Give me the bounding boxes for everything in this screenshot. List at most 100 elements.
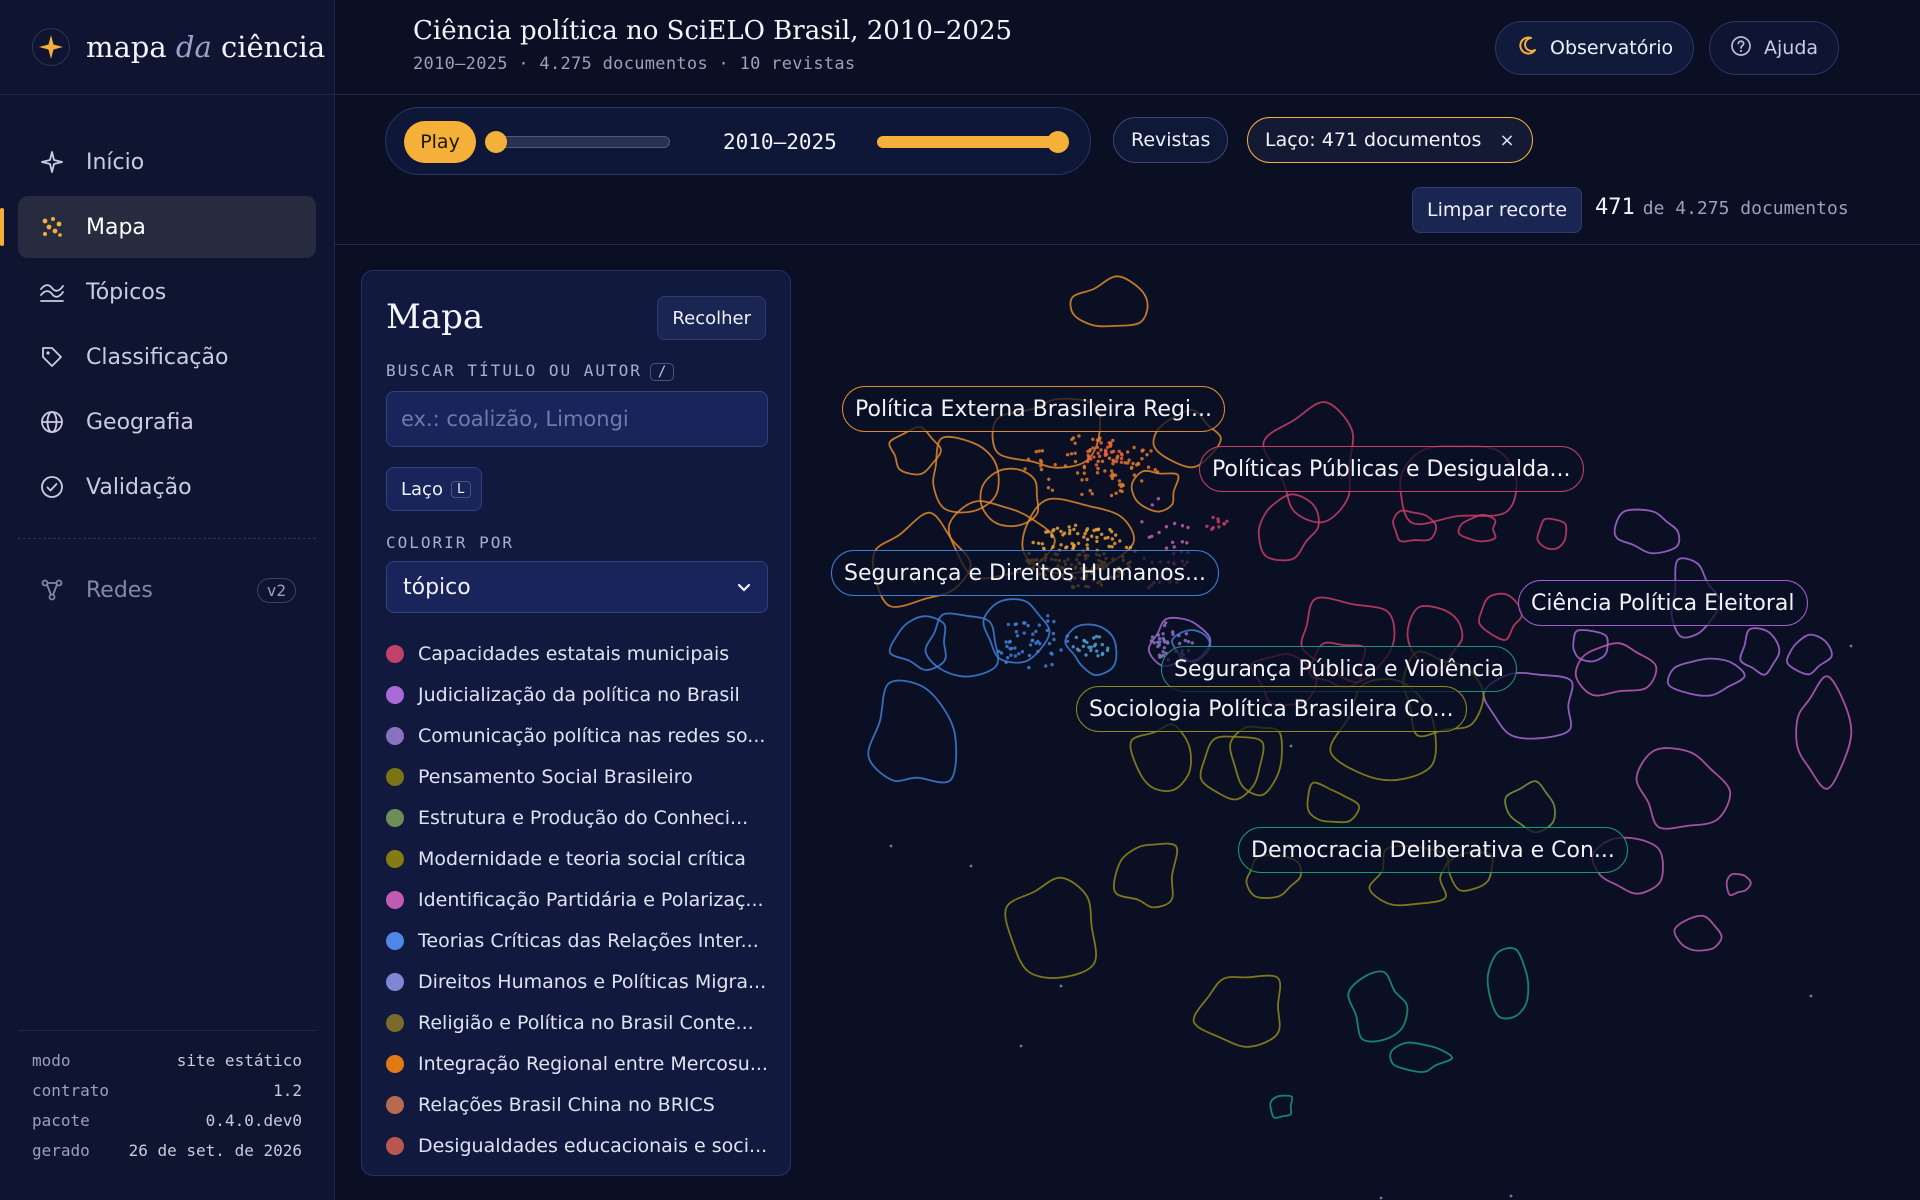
legend-item[interactable]: Integração Regional entre Mercosu... [386, 1043, 776, 1084]
document-point[interactable] [1073, 459, 1078, 464]
document-point[interactable] [1113, 541, 1117, 546]
document-point[interactable] [1217, 525, 1221, 529]
document-point[interactable] [1075, 471, 1080, 475]
cluster-label[interactable]: Política Externa Brasileira Regi... [842, 386, 1225, 432]
document-point[interactable] [1023, 467, 1027, 471]
document-point[interactable] [1085, 543, 1089, 547]
document-point[interactable] [1090, 534, 1094, 538]
legend-item[interactable]: Religião e Política no Brasil Conte... [386, 1002, 776, 1043]
document-point[interactable] [1038, 642, 1042, 646]
document-point[interactable] [1113, 473, 1118, 477]
document-point[interactable] [1153, 468, 1157, 472]
document-point[interactable] [1127, 458, 1131, 462]
legend-item[interactable]: Pensamento Social Brasileiro [386, 756, 776, 797]
document-point[interactable] [1067, 531, 1072, 536]
end-year-slider-handle[interactable] [1047, 131, 1069, 153]
document-point[interactable] [1028, 643, 1033, 647]
document-point[interactable] [1013, 646, 1017, 650]
document-point[interactable] [1114, 491, 1118, 495]
document-point[interactable] [1170, 540, 1175, 544]
document-point[interactable] [1120, 453, 1124, 457]
document-point[interactable] [1109, 529, 1114, 534]
document-point[interactable] [1027, 653, 1032, 658]
legend-item[interactable]: Modernidade e teoria social crítica [386, 838, 776, 879]
document-point[interactable] [1085, 537, 1090, 542]
document-point[interactable] [1128, 545, 1133, 550]
document-point[interactable] [1222, 522, 1226, 526]
document-point[interactable] [1140, 449, 1144, 453]
document-point[interactable] [1216, 520, 1221, 524]
document-point[interactable] [1096, 451, 1100, 455]
document-point[interactable] [1044, 664, 1048, 668]
document-point[interactable] [1017, 652, 1021, 656]
document-point[interactable] [1080, 478, 1084, 482]
document-point[interactable] [1849, 644, 1853, 648]
document-point[interactable] [889, 844, 893, 848]
document-point[interactable] [1109, 493, 1114, 498]
document-point[interactable] [1164, 525, 1169, 529]
document-point[interactable] [1162, 646, 1166, 650]
document-point[interactable] [1129, 466, 1134, 470]
topic-map[interactable]: Política Externa Brasileira Regi... Polít… [791, 246, 1920, 1200]
document-point[interactable] [1137, 462, 1141, 466]
document-point[interactable] [1097, 635, 1102, 639]
nav-item-inicio[interactable]: Início [18, 131, 316, 193]
document-point[interactable] [1109, 442, 1113, 447]
document-point[interactable] [1103, 452, 1108, 456]
nav-item-mapa[interactable]: Mapa [0, 196, 316, 258]
document-point[interactable] [1150, 503, 1154, 507]
document-point[interactable] [1157, 530, 1161, 535]
document-point[interactable] [1096, 459, 1100, 464]
document-point[interactable] [1172, 545, 1176, 549]
document-point[interactable] [1023, 621, 1027, 625]
document-point[interactable] [1095, 445, 1100, 449]
document-point[interactable] [1099, 448, 1103, 452]
document-point[interactable] [1037, 449, 1041, 453]
document-point[interactable] [1039, 464, 1043, 468]
document-point[interactable] [1186, 525, 1190, 530]
document-point[interactable] [1019, 1044, 1023, 1048]
document-point[interactable] [1081, 644, 1086, 648]
document-point[interactable] [1091, 446, 1095, 450]
document-point[interactable] [1059, 529, 1063, 534]
nav-item-topicos[interactable]: Tópicos [18, 261, 316, 323]
document-point[interactable] [1140, 479, 1144, 483]
document-point[interactable] [1161, 632, 1165, 636]
legend-item[interactable]: Relações Brasil China no BRICS [386, 1084, 776, 1125]
document-point[interactable] [1099, 441, 1103, 445]
document-point[interactable] [1180, 524, 1185, 528]
document-point[interactable] [1157, 653, 1162, 657]
document-point[interactable] [1046, 486, 1051, 490]
document-point[interactable] [1055, 526, 1060, 530]
document-point[interactable] [1064, 546, 1068, 550]
document-point[interactable] [1109, 469, 1114, 473]
document-point[interactable] [1185, 541, 1189, 545]
document-point[interactable] [1059, 543, 1063, 547]
document-point[interactable] [1140, 520, 1144, 524]
document-point[interactable] [1050, 652, 1054, 656]
document-point[interactable] [1165, 640, 1170, 644]
cluster-label[interactable]: Ciência Política Eleitoral [1518, 580, 1808, 626]
document-point[interactable] [1092, 528, 1096, 533]
document-point[interactable] [1379, 1196, 1383, 1200]
document-point[interactable] [1034, 641, 1038, 645]
document-point[interactable] [1051, 529, 1055, 533]
document-point[interactable] [1164, 621, 1168, 625]
document-point[interactable] [1509, 1194, 1513, 1198]
document-point[interactable] [1809, 994, 1813, 998]
document-point[interactable] [1161, 650, 1165, 654]
document-point[interactable] [1034, 450, 1038, 454]
document-point[interactable] [1047, 641, 1052, 646]
document-point[interactable] [1126, 450, 1130, 454]
document-point[interactable] [1177, 633, 1181, 638]
document-point[interactable] [1050, 488, 1055, 492]
document-point[interactable] [1150, 635, 1155, 639]
document-point[interactable] [1120, 482, 1124, 486]
document-point[interactable] [1100, 642, 1104, 647]
cluster-label[interactable]: Segurança e Direitos Humanos... [831, 550, 1220, 596]
legend-item[interactable]: Teorias Críticas das Relações Inter... [386, 920, 776, 961]
document-point[interactable] [1146, 465, 1151, 469]
document-point[interactable] [1072, 527, 1076, 532]
document-point[interactable] [1157, 636, 1162, 641]
document-point[interactable] [1061, 533, 1065, 537]
